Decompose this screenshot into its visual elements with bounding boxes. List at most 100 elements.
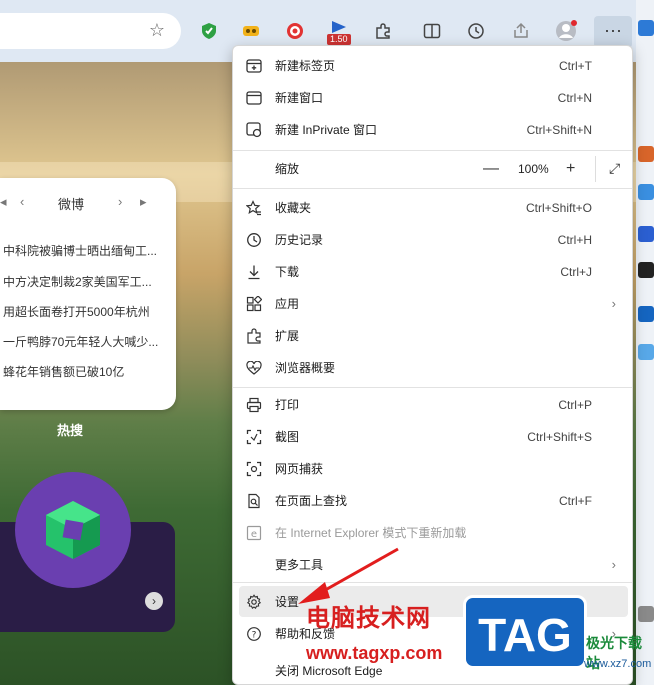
menu-item-label: 历史记录 xyxy=(275,233,324,247)
printer-icon xyxy=(245,396,263,414)
favorite-star-icon[interactable]: ☆ xyxy=(149,20,165,41)
hot-card-header: ◂ ‹ 微博 › ▸ xyxy=(0,194,176,214)
submenu-chevron-icon: › xyxy=(611,296,616,311)
edge-sidebar xyxy=(636,0,654,685)
watermark-xz-url: www.xz7.com xyxy=(584,658,652,670)
shield-extension-icon[interactable] xyxy=(198,20,220,42)
address-bar[interactable]: ☆ xyxy=(0,13,181,49)
hot-item[interactable]: 中科院被骗博士晒出缅甸工... xyxy=(3,242,163,259)
menu-item-shortcut: Ctrl+N xyxy=(557,90,592,105)
promo-next-icon[interactable]: › xyxy=(145,592,163,610)
menu-item-shortcut: Ctrl+Shift+S xyxy=(527,429,592,444)
fullscreen-button[interactable]: ⤢ xyxy=(609,160,620,177)
menu-item-label: 浏览器概要 xyxy=(275,361,336,375)
sidebar-settings-icon[interactable] xyxy=(638,606,654,622)
menu-item-label: 新建 InPrivate 窗口 xyxy=(275,123,378,137)
internet-explorer-icon: e xyxy=(245,524,263,542)
history-clock-icon[interactable] xyxy=(465,20,487,42)
hot-item[interactable]: 用超长面卷打开5000年杭州 xyxy=(3,303,163,320)
menu-item-screenshot[interactable]: 截图 Ctrl+Shift+S xyxy=(239,421,628,452)
sidebar-paw-icon[interactable] xyxy=(638,226,654,242)
menu-item-shortcut: Ctrl+F xyxy=(559,493,592,508)
menu-item-web-capture[interactable]: 网页捕获 xyxy=(239,453,628,484)
menu-item-more-tools[interactable]: 更多工具 › xyxy=(239,549,628,580)
apps-icon xyxy=(245,295,263,313)
extensions-puzzle-icon[interactable] xyxy=(372,20,394,42)
menu-item-shortcut: Ctrl+T xyxy=(559,58,592,73)
svg-text:e: e xyxy=(251,529,257,540)
menu-item-new-window[interactable]: 新建窗口 Ctrl+N xyxy=(239,82,628,113)
extensions-icon xyxy=(245,327,263,345)
tampermonkey-extension-icon[interactable] xyxy=(240,20,262,42)
first-page-icon[interactable]: ◂ xyxy=(0,194,7,210)
zoom-level: 100% xyxy=(518,161,549,176)
sidebar-tools-icon[interactable] xyxy=(638,146,654,162)
watermark-site-url: www.tagxp.com xyxy=(306,643,443,663)
submenu-chevron-icon: › xyxy=(611,557,616,572)
share-icon[interactable] xyxy=(510,20,532,42)
menu-item-label: 网页捕获 xyxy=(275,462,324,476)
menu-item-label: 收藏夹 xyxy=(275,201,312,215)
cube-logo-icon[interactable] xyxy=(15,472,131,588)
menu-item-label: 在 Internet Explorer 模式下重新加载 xyxy=(275,526,467,540)
target-extension-icon[interactable] xyxy=(284,20,306,42)
extension-badge: 1.50 xyxy=(327,34,351,45)
history-icon xyxy=(245,231,263,249)
sidebar-outlook-icon[interactable] xyxy=(638,306,654,322)
sidebar-link-icon[interactable] xyxy=(638,344,654,360)
new-window-icon xyxy=(245,89,263,107)
hot-item[interactable]: 一斤鸭脖70元年轻人大喊少... xyxy=(3,333,163,350)
last-page-icon[interactable]: ▸ xyxy=(140,194,147,210)
hot-search-label[interactable]: 热搜 xyxy=(57,420,83,439)
menu-divider xyxy=(233,150,632,151)
menu-item-new-inprivate[interactable]: 新建 InPrivate 窗口 Ctrl+Shift+N xyxy=(239,114,628,145)
menu-item-ie-mode: e 在 Internet Explorer 模式下重新加载 xyxy=(239,517,628,548)
menu-item-label: 截图 xyxy=(275,430,300,444)
menu-divider xyxy=(233,387,632,388)
menu-item-shortcut: Ctrl+H xyxy=(557,232,592,247)
new-tab-icon xyxy=(245,57,263,75)
download-icon xyxy=(245,263,263,281)
menu-item-history[interactable]: 历史记录 Ctrl+H xyxy=(239,224,628,255)
settings-and-more-button[interactable]: ··· xyxy=(594,16,632,48)
split-screen-icon[interactable] xyxy=(421,20,443,42)
watermark-site-name: 电脑技术网 xyxy=(306,605,431,632)
help-question-icon: ? xyxy=(245,625,263,643)
web-capture-icon xyxy=(245,460,263,478)
menu-item-extensions[interactable]: 扩展 xyxy=(239,320,628,351)
menu-item-label: 缩放 xyxy=(275,162,300,176)
profile-avatar-icon[interactable] xyxy=(555,20,577,42)
menu-item-new-tab[interactable]: 新建标签页 Ctrl+T xyxy=(239,50,628,81)
favorites-star-icon xyxy=(245,199,263,217)
menu-item-label: 设置 xyxy=(275,595,300,609)
zoom-in-button[interactable]: + xyxy=(566,160,575,178)
menu-item-print[interactable]: 打印 Ctrl+P xyxy=(239,389,628,420)
menu-item-label: 新建窗口 xyxy=(275,91,324,105)
find-in-page-icon xyxy=(245,492,263,510)
menu-item-browser-essentials[interactable]: 浏览器概要 xyxy=(239,352,628,383)
menu-item-downloads[interactable]: 下载 Ctrl+J xyxy=(239,256,628,287)
sidebar-qq-icon[interactable] xyxy=(638,262,654,278)
menu-item-shortcut: Ctrl+J xyxy=(560,264,592,279)
menu-item-apps[interactable]: 应用 › xyxy=(239,288,628,319)
prev-page-icon[interactable]: ‹ xyxy=(20,194,24,209)
menu-item-label: 在页面上查找 xyxy=(275,494,348,508)
next-page-icon[interactable]: › xyxy=(118,194,122,209)
menu-item-shortcut: Ctrl+Shift+O xyxy=(525,200,592,215)
zoom-divider xyxy=(595,156,596,182)
inprivate-icon xyxy=(245,121,263,139)
sidebar-games-icon[interactable] xyxy=(638,184,654,200)
menu-item-label: 关闭 Microsoft Edge xyxy=(275,664,383,678)
zoom-out-button[interactable]: — xyxy=(483,160,499,178)
menu-item-favorites[interactable]: 收藏夹 Ctrl+Shift+O xyxy=(239,192,628,223)
hot-card-title: 微博 xyxy=(58,197,85,212)
menu-item-zoom: 缩放 — 100% + ⤢ xyxy=(239,153,628,184)
menu-item-find[interactable]: 在页面上查找 Ctrl+F xyxy=(239,485,628,516)
hot-item[interactable]: 蜂花年销售额已破10亿 xyxy=(3,363,163,380)
sidebar-bing-icon[interactable] xyxy=(638,20,654,36)
menu-item-label: 打印 xyxy=(275,398,300,412)
menu-divider xyxy=(233,188,632,189)
hot-item[interactable]: 中方决定制裁2家美国军工... xyxy=(3,273,163,290)
menu-item-label: 下载 xyxy=(275,265,300,279)
menu-item-label: 更多工具 xyxy=(275,558,324,572)
